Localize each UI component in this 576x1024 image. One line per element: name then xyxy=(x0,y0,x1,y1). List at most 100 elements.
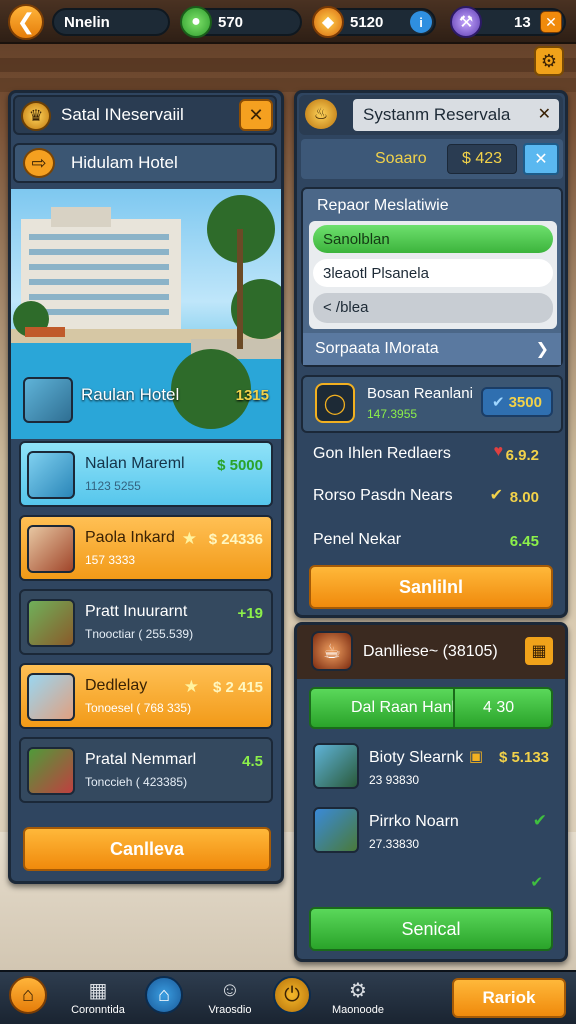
option-label: Sanolblan xyxy=(323,231,390,248)
list-item-sub: Tonccieh ( 423385) xyxy=(85,775,188,789)
list-item-title: Pratal Nemmarl xyxy=(85,751,197,768)
delivery-item[interactable]: Pirrko Noarn 27.33830 ✔ xyxy=(309,803,557,863)
service-button[interactable]: Senical xyxy=(309,907,553,951)
panel-title: Satal INeservaiil xyxy=(61,105,184,124)
nav-label: Vraosdio xyxy=(208,1004,252,1016)
selector-row[interactable]: Sorpaata IMorata ❯ xyxy=(303,333,561,365)
list-item[interactable]: Pratal Nemmarl Tonccieh ( 423385) 4.5 xyxy=(19,737,273,803)
list-item-sub: Tonoesel ( 768 335) xyxy=(85,701,192,715)
line-value: 6.45 xyxy=(509,533,539,550)
star-icon: ★ xyxy=(183,677,199,696)
settings-button[interactable]: ⚙ xyxy=(534,46,564,76)
options-title: Repaor Meslatiwie xyxy=(317,197,449,214)
close-icon[interactable]: ✕ xyxy=(538,104,551,124)
gear-icon: ⚙ xyxy=(540,50,558,71)
option-label: < /blea xyxy=(323,299,369,316)
list-item-title: Nalan Mareml xyxy=(85,455,185,472)
list-item-thumb xyxy=(27,451,75,499)
close-summary-button[interactable]: ✕ xyxy=(523,143,559,175)
lamp-icon: ♨ xyxy=(305,99,337,129)
check-icon: ✔ xyxy=(530,874,543,891)
building-icon: ▦ xyxy=(88,979,108,1002)
list-item-title: Paola Inkard xyxy=(85,529,175,546)
divider xyxy=(453,689,455,727)
line-label: Rorso Pasdn Nears xyxy=(313,487,453,504)
selector-label: Sorpaata IMorata xyxy=(315,340,439,357)
gems-value: 5120 xyxy=(350,13,384,31)
featured-hotel-price: 1315 xyxy=(235,387,269,404)
home-icon: ⌂ xyxy=(9,976,47,1014)
close-energy-button[interactable]: ✕ xyxy=(540,11,562,33)
gems-pill[interactable]: ◆ 5120 i xyxy=(312,6,436,38)
confirm-button[interactable]: Sanlilnl xyxy=(309,565,553,609)
add-gems-button[interactable]: i xyxy=(410,11,432,33)
list-item[interactable]: Nalan Mareml 1123 5255 $ 5000 xyxy=(19,441,273,507)
delivery-price: $ 5.133 xyxy=(498,749,549,766)
nav-label: Coronntida xyxy=(71,1004,125,1016)
line-value: 8.00 xyxy=(509,489,539,506)
coin-icon: ● xyxy=(180,6,212,38)
options-card: Repaor Meslatiwie Sanolblan 3leaotl Plsa… xyxy=(301,187,563,367)
chevron-left-icon: ❮ xyxy=(16,9,36,34)
check-icon: ✔ xyxy=(492,394,505,411)
back-nav-button[interactable]: Rariok xyxy=(452,978,566,1018)
list-item-price: $ 2 415 xyxy=(212,679,263,696)
star-icon: ★ xyxy=(181,529,197,548)
option[interactable]: 3leaotl Plsanela xyxy=(313,259,553,287)
crest-icon: ♛ xyxy=(21,101,51,131)
detail-badge[interactable]: ✔ 3500 xyxy=(481,387,553,417)
delivery-title: Pirrko Noarn xyxy=(369,813,459,830)
list-item-thumb xyxy=(27,673,75,721)
line-value: 6.9.2 xyxy=(505,447,539,464)
nav-label: Maonoode xyxy=(332,1004,384,1016)
panel-header: ♨ Systanm Reservala ✕ xyxy=(299,95,563,135)
system-reservation-panel: ♨ Systanm Reservala ✕ Soaaro $ 423 ✕ Rep… xyxy=(294,90,568,618)
summary-label: Soaaro xyxy=(375,150,427,167)
badge-icon: ◯ xyxy=(315,383,355,423)
close-button[interactable]: ✕ xyxy=(239,99,273,131)
delivery-title: Bioty Slearnk xyxy=(369,749,464,766)
hotel-reservation-panel: ♛ Satal INeservaiil ✕ ⇨ Hidulam Hotel Ra… xyxy=(8,90,284,884)
list-item-sub: Tnooctiar ( 255.539) xyxy=(85,627,194,641)
list-item[interactable]: Pratt Inuurarnt Tnooctiar ( 255.539) +19 xyxy=(19,589,273,655)
close-icon: ✕ xyxy=(248,104,264,125)
delivery-item[interactable]: Bioty Slearnk 23 93830 ▣ $ 5.133 xyxy=(309,739,557,799)
delivery-sub: 23 93830 xyxy=(369,773,420,787)
deliveries-header: ☕ Danlliese~ (38105) ▦ xyxy=(297,625,565,679)
detail-card[interactable]: ◯ Bosan Reanlani 147.3955 ✔ 3500 xyxy=(301,375,563,433)
summary-bar: Soaaro $ 423 ✕ xyxy=(301,139,563,179)
player-name-pill: Nnelin xyxy=(52,8,170,36)
grid-icon[interactable]: ▦ xyxy=(525,637,553,665)
option[interactable]: < /blea xyxy=(313,293,553,323)
nav-settings[interactable]: ⚙ Maonoode xyxy=(318,976,398,1017)
option-selected[interactable]: Sanolblan xyxy=(313,225,553,253)
meal-icon: ☕ xyxy=(311,631,353,671)
list-item[interactable]: Paola Inkard 157 3333 ★ $ 24336 xyxy=(19,515,273,581)
energy-pill[interactable]: ⚒ 13 ✕ xyxy=(450,6,566,38)
check-icon: ✔ xyxy=(489,487,503,504)
line-label: Penel Nekar xyxy=(313,531,402,548)
list-item-price: 4.5 xyxy=(242,753,263,770)
option-label: 3leaotl Plsanela xyxy=(323,265,429,282)
close-icon: ✕ xyxy=(545,13,557,30)
summary-value: $ 423 xyxy=(447,144,517,174)
featured-hotel-thumb[interactable] xyxy=(23,377,73,423)
coins-pill[interactable]: ● 570 xyxy=(180,6,302,38)
list-item[interactable]: Dedlelay Tonoesel ( 768 335) ★ $ 2 415 xyxy=(19,663,273,729)
shop-icon: ⌂ xyxy=(145,976,183,1014)
list-item-sub: 1123 5255 xyxy=(85,479,141,493)
cancel-button[interactable]: Canlleva xyxy=(23,827,271,871)
check-icon: ✔ xyxy=(532,811,547,830)
deliveries-title: Danlliese~ (38105) xyxy=(363,643,498,660)
hotel-header-title: Hidulam Hotel xyxy=(71,153,178,172)
back-nav-label: Rariok xyxy=(482,988,536,1007)
list-item-price: $ 5000 xyxy=(217,457,263,474)
back-button[interactable]: ❮ xyxy=(8,4,44,40)
confirm-button-label: Sanlilnl xyxy=(398,576,463,597)
list-item-thumb xyxy=(27,525,75,573)
list-item-title: Dedlelay xyxy=(85,677,148,694)
deliveries-bar[interactable]: Dal Raan Hanl 4 30 xyxy=(309,687,553,729)
list-item-price: +19 xyxy=(237,605,263,622)
heart-icon: ♥ xyxy=(493,443,504,460)
player-name: Nnelin xyxy=(64,13,110,31)
